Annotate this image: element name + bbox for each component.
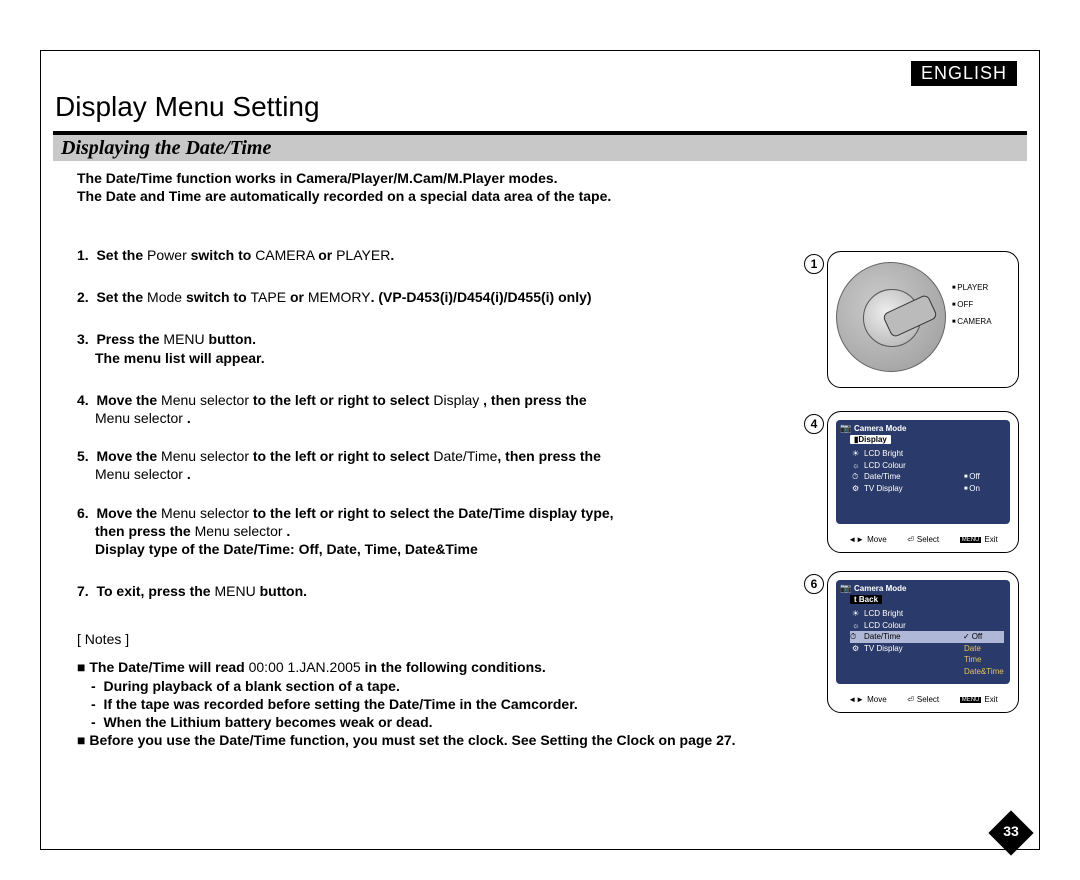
- power-switch-labels: PLAYER OFF CAMERA: [952, 280, 992, 330]
- language-badge: ENGLISH: [911, 61, 1017, 86]
- sun-icon: ☀: [852, 608, 862, 620]
- move-icon: ◄►: [848, 695, 864, 704]
- menu-badge-icon: MENU: [960, 537, 982, 543]
- lcd-tab-display: ▮Display: [850, 435, 891, 444]
- step-6: 6. Move the Menu selector to the left or…: [77, 504, 779, 559]
- notes-label: [ Notes ]: [77, 630, 779, 648]
- lcd-footer-4: ◄►Move ⏎Select MENUExit: [838, 535, 1008, 544]
- select-icon: ⏎: [907, 695, 914, 704]
- figure-number-4: 4: [804, 414, 824, 434]
- power-dial-icon: [836, 262, 946, 372]
- lcd-footer-6: ◄►Move ⏎Select MENUExit: [838, 695, 1008, 704]
- gear-icon: ⚙: [852, 643, 862, 655]
- lcd-values: Off Date Time Date&Time: [964, 608, 1004, 678]
- manual-page: ENGLISH Display Menu Setting Displaying …: [40, 50, 1040, 850]
- steps-list: 1. Set the Power switch to CAMERA or PLA…: [77, 246, 779, 749]
- camera-icon: 📷: [840, 423, 851, 434]
- move-icon: ◄►: [848, 535, 864, 544]
- step-3: 3. Press the MENU button. The menu list …: [77, 330, 779, 366]
- figure-number-1: 1: [804, 254, 824, 274]
- step-7: 7. To exit, press the MENU button.: [77, 582, 779, 600]
- menu-badge-icon: MENU: [960, 697, 982, 703]
- figure-menu-datetime: 6 📷 Camera Mode t Back ☀LCD Bright ☼LCD …: [827, 571, 1019, 713]
- lcd-tab-back: t Back: [850, 595, 882, 604]
- gear-icon: ⚙: [852, 483, 862, 495]
- figure-menu-display: 4 📷 Camera Mode ▮Display ☀LCD Bright ☼LC…: [827, 411, 1019, 553]
- intro-line-1: The Date/Time function works in Camera/P…: [77, 169, 779, 187]
- camera-icon: 📷: [840, 583, 851, 594]
- clock-icon: ⏱: [850, 631, 860, 643]
- power-label-player: PLAYER: [952, 280, 992, 297]
- lcd-values: Off On: [964, 448, 1004, 494]
- lcd-screen-6: 📷 Camera Mode t Back ☀LCD Bright ☼LCD Co…: [836, 580, 1010, 684]
- power-label-off: OFF: [952, 297, 992, 314]
- power-label-camera: CAMERA: [952, 314, 992, 331]
- page-title: Display Menu Setting: [55, 91, 320, 123]
- clock-icon: ⏱: [852, 471, 862, 483]
- lcd-title: Camera Mode: [854, 584, 906, 593]
- brightness-icon: ☼: [852, 460, 862, 472]
- step-4: 4. Move the Menu selector to the left or…: [77, 391, 779, 427]
- section-title: Displaying the Date/Time: [61, 137, 271, 160]
- select-icon: ⏎: [907, 535, 914, 544]
- figure-power-switch: 1 PLAYER OFF CAMERA: [827, 251, 1019, 388]
- lcd-screen-4: 📷 Camera Mode ▮Display ☀LCD Bright ☼LCD …: [836, 420, 1010, 524]
- notes-block: ■ The Date/Time will read 00:00 1.JAN.20…: [77, 658, 779, 749]
- lcd-title: Camera Mode: [854, 424, 906, 433]
- figure-number-6: 6: [804, 574, 824, 594]
- brightness-icon: ☼: [852, 620, 862, 632]
- intro-line-2: The Date and Time are automatically reco…: [77, 187, 779, 205]
- intro-text: The Date/Time function works in Camera/P…: [77, 169, 779, 205]
- sun-icon: ☀: [852, 448, 862, 460]
- step-1: 1. Set the Power switch to CAMERA or PLA…: [77, 246, 779, 264]
- step-2: 2. Set the Mode switch to TAPE or MEMORY…: [77, 288, 779, 306]
- step-5: 5. Move the Menu selector to the left or…: [77, 447, 779, 483]
